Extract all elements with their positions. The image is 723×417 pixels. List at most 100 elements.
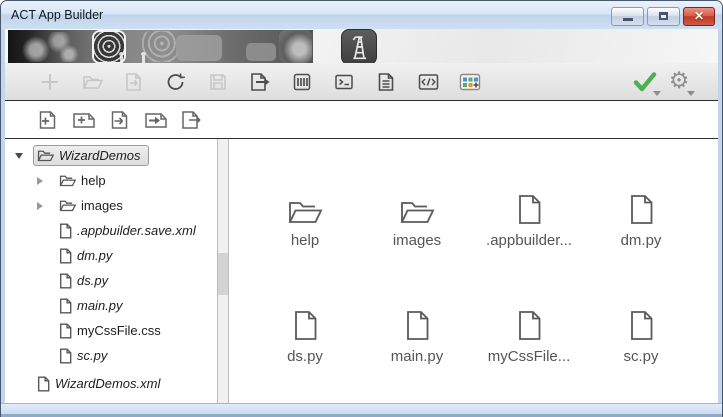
- export-file-button[interactable]: [177, 105, 207, 135]
- tree-expanded-arrow-icon[interactable]: [15, 153, 33, 159]
- file-icon: [630, 311, 652, 340]
- tree-item[interactable]: main.py: [5, 293, 217, 318]
- grid-item-label: help: [290, 232, 320, 249]
- refresh-icon: [167, 72, 185, 90]
- grid-item-label: .appbuilder...: [486, 232, 572, 249]
- tree-item[interactable]: WizardDemos.xml: [5, 371, 217, 396]
- close-icon: ✕: [693, 9, 705, 23]
- file-icon: [630, 195, 652, 224]
- grid-item[interactable]: dm.py: [585, 189, 697, 305]
- add-file-button[interactable]: [33, 105, 63, 135]
- add-button[interactable]: [35, 67, 65, 97]
- grid-item[interactable]: main.py: [361, 305, 473, 404]
- tree-item[interactable]: images: [5, 193, 217, 218]
- title-bar[interactable]: ACT App Builder ✕: [1, 1, 722, 29]
- grid-item[interactable]: myCssFile...: [473, 305, 585, 404]
- code-icon: [418, 73, 438, 90]
- file-icon: [60, 273, 72, 288]
- tree-item[interactable]: dm.py: [5, 243, 217, 268]
- widget-palette-button[interactable]: [455, 67, 485, 97]
- maximize-icon: [659, 12, 668, 20]
- tree-item-label: help: [81, 173, 106, 188]
- plus-icon: [42, 73, 58, 90]
- maximize-button[interactable]: [647, 7, 680, 26]
- grid-item[interactable]: help: [249, 189, 361, 305]
- tree-item-content: sc.py: [55, 345, 115, 367]
- save-icon: [210, 73, 226, 90]
- tree-item-content: myCssFile.css: [55, 320, 169, 342]
- file-icon-box: [629, 305, 654, 341]
- grid-item-label: main.py: [390, 348, 444, 365]
- project-tree: WizardDemos help images .appbuilder.save.xm…: [5, 139, 217, 404]
- banner-photo: [8, 30, 313, 63]
- barcode-view-button[interactable]: [287, 67, 317, 97]
- tree-item-content: ds.py: [55, 270, 116, 292]
- folder-open-icon: [59, 175, 76, 187]
- file-icon: [60, 323, 72, 338]
- file-icon: [60, 348, 72, 363]
- grid-item[interactable]: ds.py: [249, 305, 361, 404]
- tree-item-content: WizardDemos.xml: [33, 373, 168, 395]
- app-window: ACT App Builder ✕ ⚙ WizardDemos help ima…: [0, 0, 723, 417]
- scrollbar-thumb[interactable]: [218, 253, 228, 295]
- folder-open-icon: [59, 200, 76, 212]
- dropdown-arrow-icon: [687, 90, 695, 96]
- barcode-icon: [293, 73, 311, 90]
- file-icon-box: [517, 189, 542, 225]
- export-button[interactable]: [245, 67, 275, 97]
- tree-item-label: WizardDemos: [59, 148, 141, 163]
- grid-item[interactable]: .appbuilder...: [473, 189, 585, 305]
- minimize-icon: [623, 18, 633, 21]
- tree-item[interactable]: WizardDemos: [5, 143, 217, 168]
- close-button[interactable]: ✕: [683, 7, 715, 26]
- source-code-button[interactable]: [413, 67, 443, 97]
- file-icon-box: [517, 305, 542, 341]
- tree-collapsed-arrow-icon[interactable]: [37, 202, 55, 210]
- signal-waves-icon: [142, 31, 178, 62]
- tree-item-selected: WizardDemos: [33, 145, 149, 166]
- grid-item[interactable]: sc.py: [585, 305, 697, 404]
- folder-icon-box: [287, 189, 323, 225]
- tree-item-label: main.py: [77, 298, 123, 313]
- save-button[interactable]: [203, 67, 233, 97]
- doc-arrow-in-icon: [126, 72, 141, 91]
- filewide-plus-icon: [73, 112, 95, 128]
- grid-item-label: ds.py: [287, 348, 323, 365]
- derrick-glyph: [352, 36, 367, 60]
- refresh-button[interactable]: [161, 67, 191, 97]
- open-project-button[interactable]: [77, 67, 107, 97]
- file-export-icon: [182, 110, 201, 129]
- rose-app-icon: [279, 30, 312, 63]
- validate-button[interactable]: [630, 67, 661, 97]
- tree-item-content: help: [55, 170, 114, 191]
- file-icon: [38, 376, 50, 391]
- log-document-button[interactable]: [371, 67, 401, 97]
- tree-item[interactable]: myCssFile.css: [5, 318, 217, 343]
- settings-button[interactable]: ⚙: [664, 67, 695, 97]
- tree-scrollbar[interactable]: [217, 139, 229, 404]
- file-grid: help images .appbuilder... dm.py ds.py main.p…: [229, 139, 718, 404]
- import-folder-button[interactable]: [141, 105, 171, 135]
- tree-item[interactable]: ds.py: [5, 268, 217, 293]
- terminal-icon: [335, 74, 353, 89]
- console-button[interactable]: [329, 67, 359, 97]
- grid-item[interactable]: images: [361, 189, 473, 305]
- add-folder-button[interactable]: [69, 105, 99, 135]
- file-icon: [60, 223, 72, 238]
- tree-collapsed-arrow-icon[interactable]: [37, 177, 55, 185]
- main-toolbar-buttons: [35, 67, 485, 97]
- filewide-arrow-icon: [145, 112, 167, 128]
- open-file-button[interactable]: [119, 67, 149, 97]
- figure-icon: [141, 52, 146, 63]
- file-icon: [518, 195, 540, 224]
- app-tile: [176, 35, 222, 61]
- tree-item-label: images: [81, 198, 123, 213]
- tree-item[interactable]: sc.py: [5, 343, 217, 368]
- tree-item-label: WizardDemos.xml: [55, 376, 161, 391]
- tree-item[interactable]: help: [5, 168, 217, 193]
- tree-item[interactable]: .appbuilder.save.xml: [5, 218, 217, 243]
- app-tile: [246, 43, 276, 61]
- import-file-button[interactable]: [105, 105, 135, 135]
- figure-icon: [119, 52, 124, 63]
- minimize-button[interactable]: [611, 7, 644, 26]
